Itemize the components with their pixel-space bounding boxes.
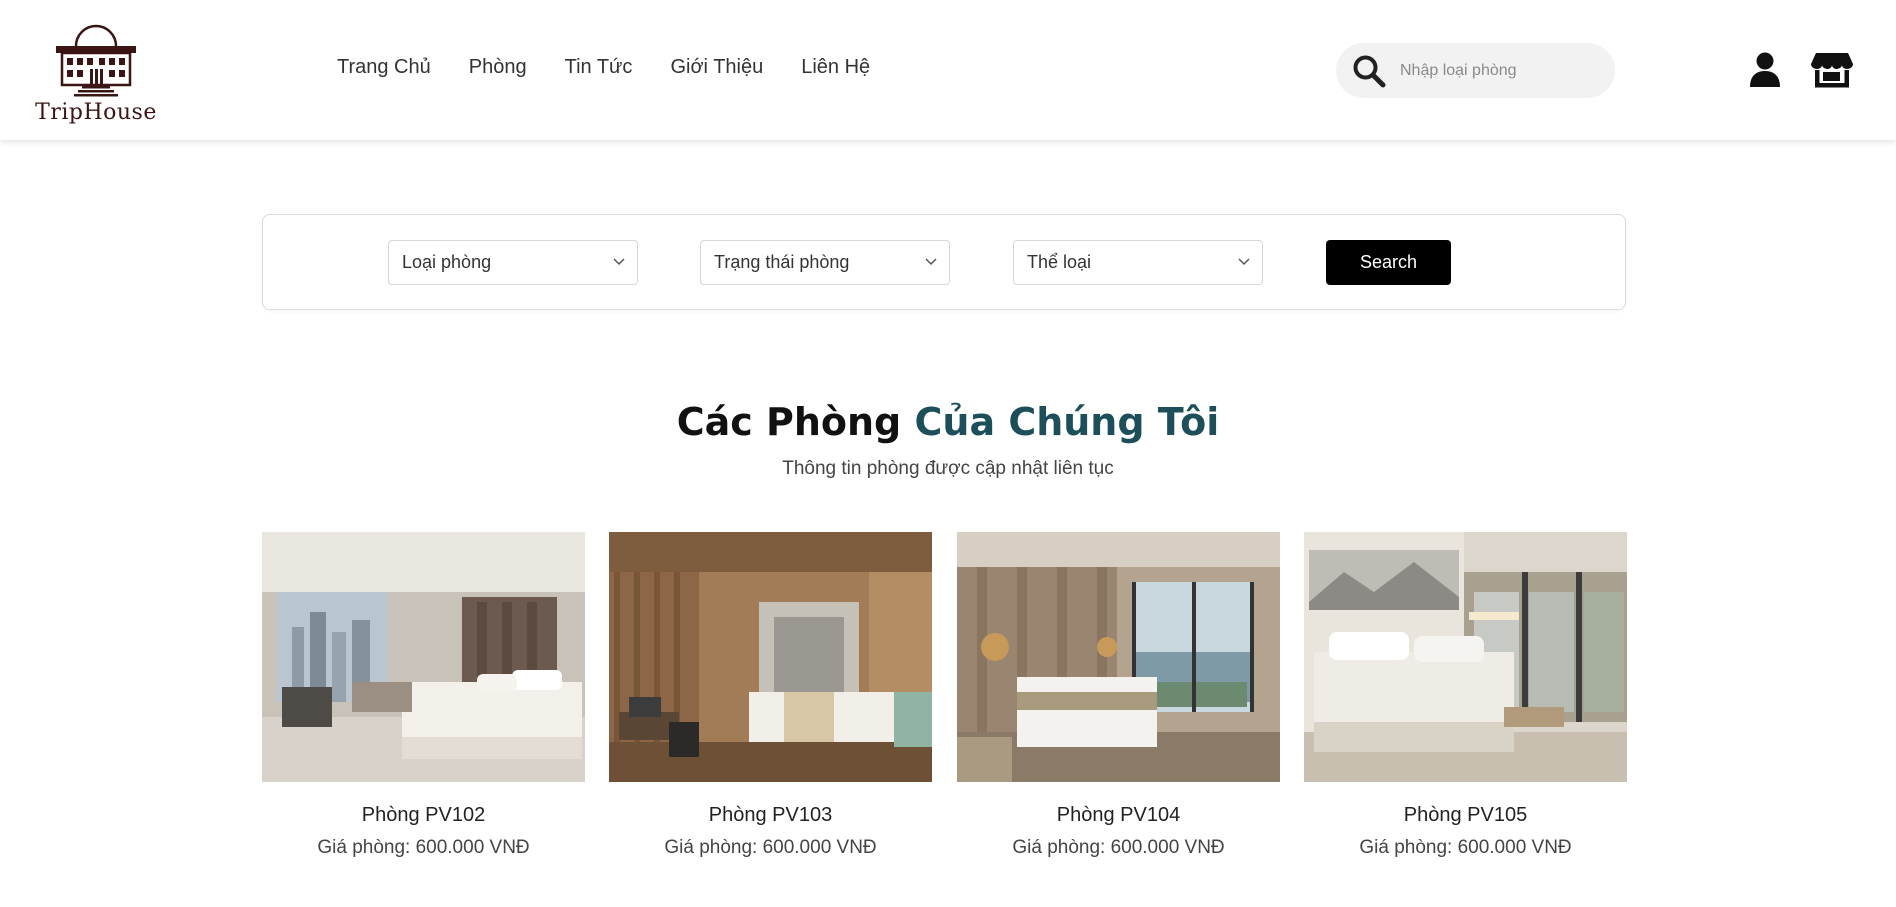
search-icon[interactable] — [1351, 53, 1387, 89]
nav-item-about[interactable]: Giới Thiệu — [670, 56, 763, 79]
section-subtitle: Thông tin phòng được cập nhật liên tục — [782, 458, 1114, 479]
header-search — [1336, 43, 1615, 98]
brand-name: TripHouse — [35, 100, 157, 125]
main-nav: Trang Chủ Phòng Tin Tức Giới Thiệu Liên … — [337, 56, 908, 79]
room-status-select[interactable]: Trạng thái phòng — [700, 240, 950, 285]
room-list: Phòng PV102 Giá phòng: 600.000 VNĐ Phòng… — [262, 532, 1627, 862]
chevron-down-icon — [613, 258, 625, 266]
search-button[interactable]: Search — [1326, 240, 1451, 285]
filter-panel: Loại phòng Trạng thái phòng Thể loại Sea… — [262, 214, 1626, 310]
room-price: Giá phòng: 600.000 VNĐ — [1012, 837, 1225, 858]
room-status-select-label: Trạng thái phòng — [714, 252, 850, 272]
room-name: Phòng PV103 — [708, 804, 833, 826]
room-image[interactable] — [957, 532, 1280, 782]
section-title-main: Các Phòng — [676, 400, 902, 444]
room-price: Giá phòng: 600.000 VNĐ — [1359, 837, 1572, 858]
nav-item-contact[interactable]: Liên Hệ — [801, 56, 870, 79]
room-card[interactable]: Phòng PV102 Giá phòng: 600.000 VNĐ — [262, 532, 585, 859]
user-icon[interactable] — [1749, 52, 1781, 88]
site-header: TripHouse Trang Chủ Phòng Tin Tức Giới T… — [0, 0, 1896, 140]
room-type-select[interactable]: Loại phòng — [388, 240, 638, 285]
room-card[interactable]: Phòng PV103 Giá phòng: 600.000 VNĐ — [609, 532, 932, 859]
nav-item-news[interactable]: Tin Tức — [565, 56, 633, 79]
room-card[interactable]: Phòng PV105 Giá phòng: 600.000 VNĐ — [1304, 532, 1627, 859]
room-price: Giá phòng: 600.000 VNĐ — [317, 837, 530, 858]
category-select[interactable]: Thể loại — [1013, 240, 1263, 285]
room-card[interactable]: Phòng PV104 Giá phòng: 600.000 VNĐ — [957, 532, 1280, 859]
store-icon[interactable] — [1810, 52, 1854, 88]
room-name: Phòng PV104 — [1056, 804, 1181, 826]
chevron-down-icon — [925, 258, 937, 266]
section-title: Các Phòng Của Chúng Tôi — [0, 400, 1896, 444]
search-input[interactable] — [1398, 55, 1602, 87]
room-name: Phòng PV105 — [1403, 804, 1528, 826]
chevron-down-icon — [1238, 258, 1250, 266]
section-title-accent: Của Chúng Tôi — [914, 400, 1220, 444]
hotel-logo-icon — [56, 24, 136, 97]
nav-item-rooms[interactable]: Phòng — [469, 56, 527, 79]
room-type-select-label: Loại phòng — [402, 252, 492, 272]
room-image[interactable] — [262, 532, 585, 782]
category-select-label: Thể loại — [1027, 252, 1092, 272]
room-price: Giá phòng: 600.000 VNĐ — [664, 837, 877, 858]
nav-item-home[interactable]: Trang Chủ — [337, 56, 431, 79]
room-image[interactable] — [1304, 532, 1627, 782]
room-name: Phòng PV102 — [361, 804, 486, 826]
room-image[interactable] — [609, 532, 932, 782]
logo[interactable]: TripHouse — [34, 18, 158, 126]
